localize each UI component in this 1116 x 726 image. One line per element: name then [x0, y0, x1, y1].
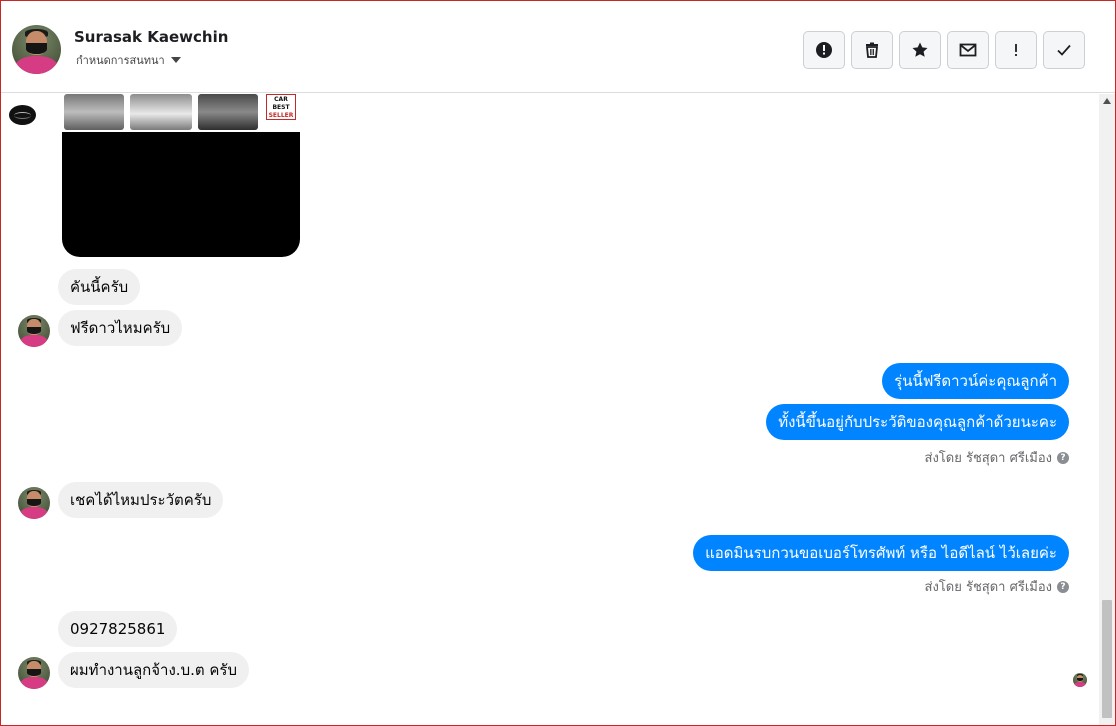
- star-icon: [912, 42, 928, 57]
- badge-line: CAR: [274, 96, 288, 103]
- envelope-icon: [959, 43, 977, 57]
- badge-line: SELLER: [268, 112, 294, 119]
- mark-unread-button[interactable]: [947, 31, 989, 69]
- conversation-header: Surasak Kaewchin กำหนดการสนทนา: [1, 1, 1115, 93]
- mark-done-button[interactable]: [1043, 31, 1085, 69]
- chat-scrollbar[interactable]: [1099, 94, 1115, 725]
- car-photo-strip: CAR BEST SELLER: [62, 94, 300, 132]
- badge-line: BEST: [272, 104, 290, 111]
- contact-avatar[interactable]: [12, 25, 61, 74]
- message-thread[interactable]: CAR BEST SELLER คันนี้ครับ ฟรีดาวไหมครับ…: [1, 94, 1099, 725]
- shared-car-image[interactable]: CAR BEST SELLER: [62, 94, 300, 257]
- sent-by-text: ส่งโดย รัชสุดา ศรีเมือง: [924, 451, 1052, 466]
- conversation-actions: [803, 31, 1085, 69]
- scroll-up-arrow-icon[interactable]: [1103, 98, 1111, 104]
- sent-by-label: ส่งโดย รัชสุดา ศรีเมือง ?: [925, 447, 1069, 468]
- scrollbar-thumb[interactable]: [1102, 600, 1112, 718]
- sent-by-label: ส่งโดย รัชสุดา ศรีเมือง ?: [925, 576, 1069, 597]
- outgoing-message[interactable]: ทั้งนี้ขึ้นอยู่กับประวัติของคุณลูกค้าด้ว…: [766, 404, 1069, 440]
- incoming-message[interactable]: เชคได้ไหมประวัตครับ: [58, 482, 224, 518]
- incoming-message[interactable]: ฟรีดาวไหมครับ: [58, 310, 183, 346]
- seen-receipt-avatar: [1073, 673, 1087, 687]
- best-seller-badge: CAR BEST SELLER: [266, 94, 296, 120]
- incoming-message[interactable]: คันนี้ครับ: [58, 269, 141, 305]
- contact-avatar-small: [18, 487, 50, 519]
- caret-down-icon: [170, 57, 181, 63]
- help-icon[interactable]: ?: [1057, 451, 1069, 464]
- mark-spam-button[interactable]: [803, 31, 845, 69]
- trash-icon: [866, 42, 878, 58]
- car-photo: [64, 94, 124, 130]
- conversation-settings-dropdown[interactable]: กำหนดการสนทนา: [76, 51, 181, 69]
- sent-by-text: ส่งโดย รัชสุดา ศรีเมือง: [924, 580, 1052, 595]
- exclamation-icon: [1015, 44, 1017, 56]
- conversation-settings-label: กำหนดการสนทนา: [76, 54, 165, 67]
- contact-avatar-small: [18, 315, 50, 347]
- outgoing-message[interactable]: แอดมินรบกวนขอเบอร์โทรศัพท์ หรือ ไอดีไลน์…: [693, 535, 1069, 571]
- car-photo: [130, 94, 192, 130]
- follow-up-button[interactable]: [995, 31, 1037, 69]
- star-button[interactable]: [899, 31, 941, 69]
- alert-circle-icon: [816, 42, 832, 58]
- contact-avatar-small: [18, 657, 50, 689]
- outgoing-message[interactable]: รุ่นนี้ฟรีดาวน์ค่ะคุณลูกค้า: [882, 363, 1069, 399]
- page-logo-avatar: [9, 105, 36, 125]
- checkmark-icon: [1057, 44, 1071, 56]
- car-photo: [198, 94, 258, 130]
- incoming-message[interactable]: 0927825861: [58, 611, 178, 647]
- delete-button[interactable]: [851, 31, 893, 69]
- help-icon[interactable]: ?: [1057, 580, 1069, 593]
- contact-name[interactable]: Surasak Kaewchin: [74, 28, 228, 46]
- incoming-message[interactable]: ผมทำงานลูกจ้าง.บ.ต ครับ: [58, 652, 249, 688]
